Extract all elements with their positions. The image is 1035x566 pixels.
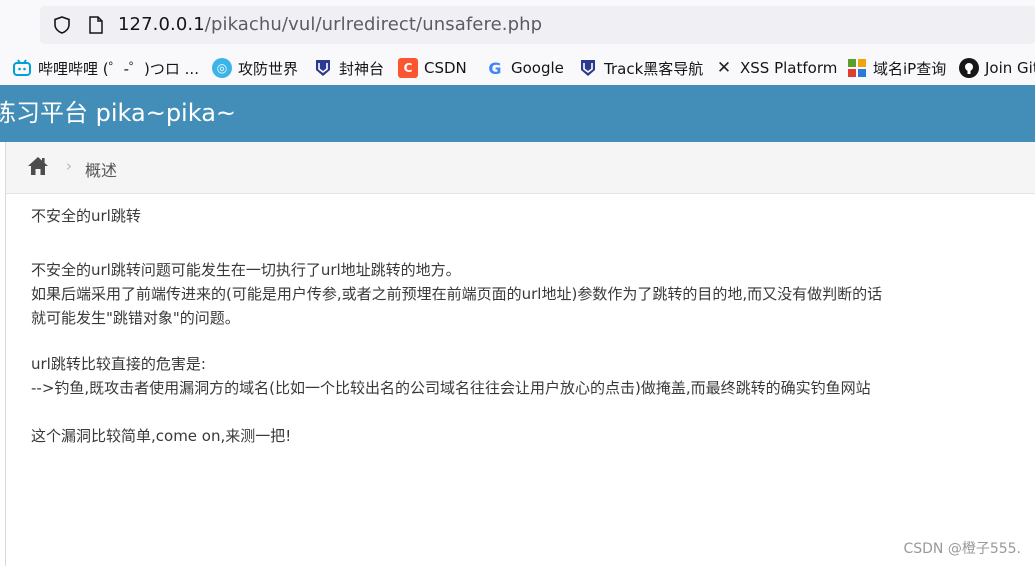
url-text[interactable]: 127.0.0.1/pikachu/vul/urlredirect/unsafe… bbox=[118, 14, 542, 36]
breadcrumb-separator: › bbox=[66, 157, 72, 175]
url-host: 127.0.0.1 bbox=[118, 14, 205, 35]
adworld-icon: ◎ bbox=[212, 58, 232, 78]
home-icon[interactable] bbox=[27, 156, 49, 176]
site-header: 练习平台 pika~pika~ bbox=[0, 85, 1035, 142]
bookmark-label: XSS Platform bbox=[740, 59, 838, 77]
bookmark-label: Track黑客导航 bbox=[604, 59, 704, 78]
shield-icon[interactable] bbox=[52, 15, 72, 35]
breadcrumb: › 概述 bbox=[6, 142, 1035, 194]
bookmark-track[interactable]: Track黑客导航 bbox=[578, 57, 703, 79]
url-path: /pikachu/vul/urlredirect/unsafere.php bbox=[204, 14, 543, 35]
content-paragraph: 如果后端采用了前端传进来的(可能是用户传参,或者之前预埋在前端页面的url地址)… bbox=[31, 285, 883, 303]
browser-toolbar: 127.0.0.1/pikachu/vul/urlredirect/unsafe… bbox=[0, 0, 1035, 50]
bookmark-github[interactable]: Join Git bbox=[959, 57, 1035, 79]
csdn-icon: C bbox=[398, 58, 418, 78]
breadcrumb-current: 概述 bbox=[85, 161, 118, 180]
content-paragraph: url跳转比较直接的危害是: bbox=[31, 355, 206, 373]
bookmark-label: Google bbox=[511, 59, 564, 77]
bookmark-label: 攻防世界 bbox=[238, 59, 299, 78]
bookmark-google[interactable]: G Google bbox=[485, 57, 564, 79]
content-paragraph: 这个漏洞比较简单,come on,来测一把! bbox=[31, 427, 292, 445]
bookmark-csdn[interactable]: C CSDN bbox=[398, 57, 467, 79]
bookmark-label: Join Git bbox=[985, 59, 1035, 77]
bookmark-label: 域名iP查询 bbox=[873, 59, 947, 78]
google-icon: G bbox=[488, 58, 502, 78]
watermark: CSDN @橙子555. bbox=[903, 541, 1021, 557]
content-paragraph: -->钓鱼,既攻击者使用漏洞方的域名(比如一个比较出名的公司域名往往会让用户放心… bbox=[31, 379, 871, 397]
bookmark-label: 封神台 bbox=[339, 59, 385, 78]
bookmark-fengshentai[interactable]: 封神台 bbox=[313, 57, 384, 79]
bookmark-xss-platform[interactable]: ✕ XSS Platform bbox=[714, 57, 837, 79]
content-paragraph: 就可能发生"跳错对象"的问题。 bbox=[31, 309, 240, 327]
track-icon bbox=[578, 58, 598, 78]
fengshentai-icon bbox=[313, 58, 333, 78]
page-icon[interactable] bbox=[88, 15, 104, 35]
content-heading: 不安全的url跳转 bbox=[31, 207, 141, 225]
site-title[interactable]: 练习平台 pika~pika~ bbox=[0, 98, 236, 128]
domain-query-icon bbox=[847, 58, 867, 78]
bookmark-label: 哔哩哔哩 (゜-゜)つロ ... bbox=[38, 59, 199, 78]
bilibili-icon bbox=[12, 58, 32, 78]
bookmark-adworld[interactable]: ◎ 攻防世界 bbox=[212, 57, 298, 79]
main-content: 不安全的url跳转 不安全的url跳转问题可能发生在一切执行了url地址跳转的地… bbox=[31, 204, 882, 448]
github-icon bbox=[959, 58, 979, 78]
address-bar[interactable]: 127.0.0.1/pikachu/vul/urlredirect/unsafe… bbox=[40, 6, 1035, 44]
sidebar-divider bbox=[5, 142, 6, 566]
bookmark-label: CSDN bbox=[424, 59, 467, 77]
bookmark-bilibili[interactable]: 哔哩哔哩 (゜-゜)つロ ... bbox=[12, 57, 199, 79]
bookmarks-bar: 哔哩哔哩 (゜-゜)つロ ... ◎ 攻防世界 封神台 C CSDN G Goo… bbox=[0, 50, 1035, 85]
bookmark-domain-query[interactable]: 域名iP查询 bbox=[847, 57, 946, 79]
xss-icon: ✕ bbox=[716, 58, 732, 78]
content-paragraph: 不安全的url跳转问题可能发生在一切执行了url地址跳转的地方。 bbox=[31, 261, 461, 279]
